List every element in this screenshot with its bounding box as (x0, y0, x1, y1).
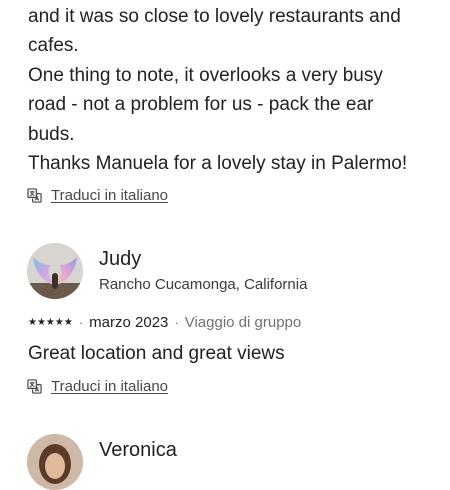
avatar[interactable] (27, 243, 83, 299)
review-text-line: Thanks Manuela for a lovely stay in Pale… (28, 153, 408, 175)
review-text-line: and it was so close to lovely restaurant… (28, 6, 401, 27)
translate-icon (27, 188, 42, 203)
translate-label: Traduci in italiano (51, 187, 169, 204)
review-meta: ★★★★★ · marzo 2023 · Viaggio di gruppo (28, 314, 301, 331)
translate-link[interactable]: Traduci in italiano (27, 187, 168, 204)
separator-dot: · (78, 315, 84, 330)
reviewer-name: Veronica (99, 439, 177, 461)
review-text-line: buds. (28, 123, 75, 145)
translate-label: Traduci in italiano (51, 378, 169, 395)
review-text: and it was so close to lovely restaurant… (28, 0, 438, 178)
review-text-line: One thing to note, it overlooks a very b… (28, 64, 383, 86)
reviewer-location: Rancho Cucamonga, California (99, 276, 308, 293)
wings-avatar-image (27, 243, 83, 299)
star-rating: ★★★★★ (28, 317, 73, 328)
avatar[interactable] (27, 434, 83, 490)
review-date: marzo 2023 (89, 314, 169, 331)
translate-link[interactable]: Traduci in italiano (27, 378, 168, 395)
translate-icon (27, 379, 42, 394)
trip-type: Viaggio di gruppo (184, 314, 302, 331)
person-avatar-image (27, 434, 83, 490)
separator-dot: · (174, 315, 179, 330)
reviewer-name: Judy (99, 248, 142, 270)
review-text: Great location and great views (28, 343, 285, 364)
review-text-line: cafes. (28, 35, 79, 57)
review-text-line: road - not a problem for us - pack the e… (28, 94, 374, 116)
